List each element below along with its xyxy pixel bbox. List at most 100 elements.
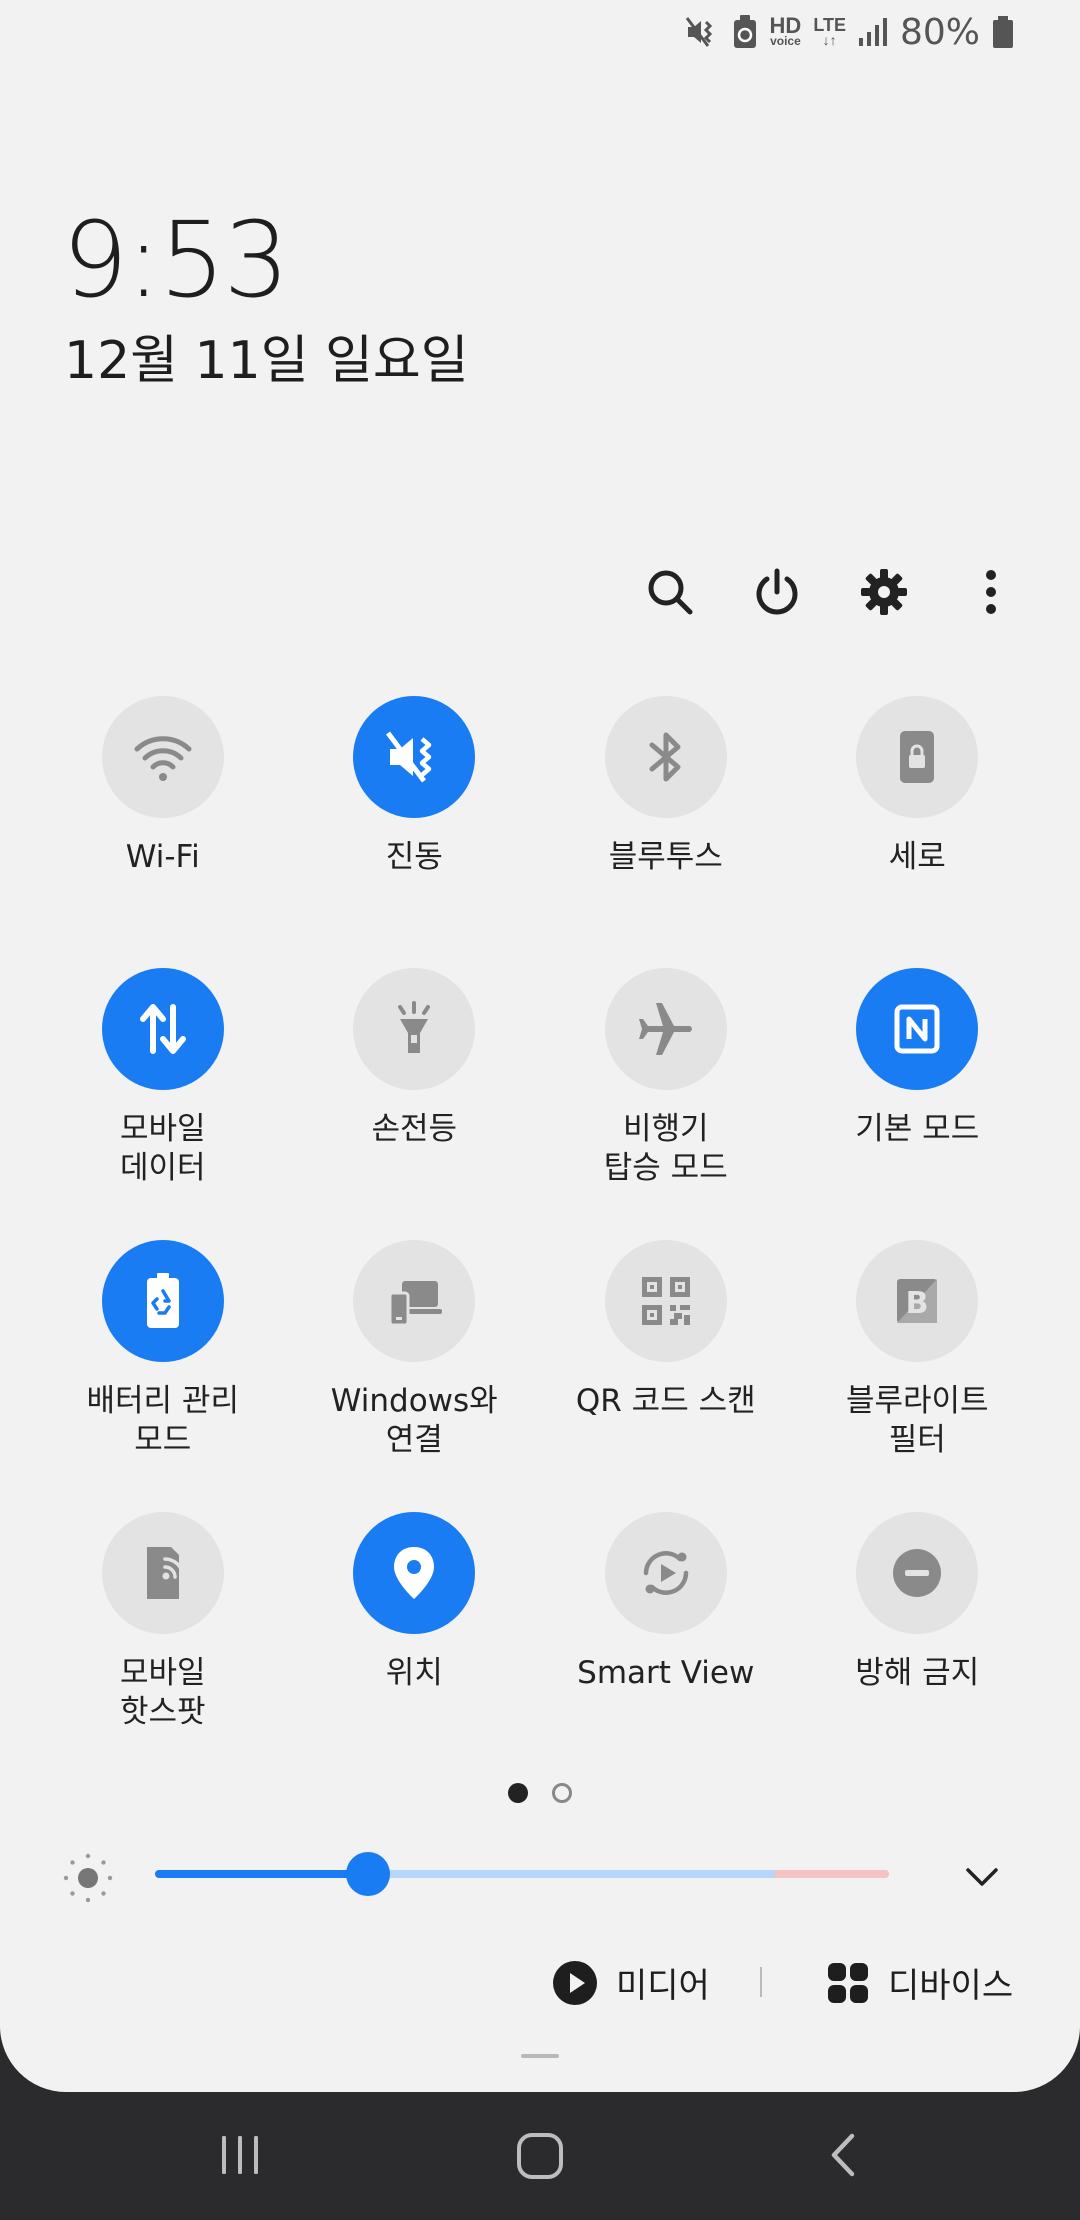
tile-label: 기본 모드 [855, 1111, 980, 1147]
tile-wifi[interactable]: Wi-Fi [37, 696, 289, 968]
expand-button[interactable] [960, 1855, 1004, 1904]
tile-toggle[interactable] [101, 696, 224, 818]
tile-toggle[interactable] [353, 1512, 476, 1634]
bluetooth-icon [649, 732, 681, 782]
tile-nfc-default-mode[interactable]: 기본 모드 [792, 968, 1044, 1240]
media-button[interactable]: 미디어 [552, 1958, 710, 2007]
recents-button[interactable] [216, 2130, 266, 2185]
tile-label: Wi-Fi [125, 839, 200, 875]
more-options-button[interactable] [937, 558, 1044, 626]
brightness-fill [155, 1870, 368, 1878]
tile-label: 배터리 관리 모드 [86, 1383, 239, 1458]
battery-saver-icon [146, 1273, 179, 1328]
link-windows-icon [388, 1281, 443, 1327]
brightness-slider-thumb[interactable] [345, 1852, 390, 1896]
tile-mobile-data[interactable]: 모바일 데이터 [37, 968, 289, 1240]
vibrate-icon [386, 731, 432, 783]
tile-vibrate[interactable]: 진동 [289, 696, 541, 968]
tile-toggle[interactable] [101, 1512, 224, 1634]
tile-do-not-disturb[interactable]: 방해 금지 [792, 1512, 1044, 1784]
tile-location[interactable]: 위치 [289, 1512, 541, 1784]
tile-label: 위치 [385, 1655, 443, 1691]
tile-airplane-mode[interactable]: 비행기 탑승 모드 [540, 968, 792, 1240]
search-button[interactable] [616, 558, 723, 626]
portrait-lock-icon [900, 731, 935, 783]
settings-button[interactable] [830, 558, 937, 626]
nfc-icon [894, 1004, 940, 1054]
tile-label: 모바일 핫스팟 [119, 1655, 206, 1730]
devices-button[interactable]: 디바이스 [826, 1958, 1013, 2007]
hd-voice-icon: HD voice [769, 13, 802, 48]
tile-label: 모바일 데이터 [119, 1111, 206, 1186]
mobile-data-icon [139, 1004, 186, 1054]
tile-label: Smart View [577, 1655, 755, 1691]
quick-panel: HD voice LTE ↓↑ 80% 9:53 12월 11일 일요일 Wi-… [0, 0, 1080, 2092]
clock-date[interactable]: 12월 11일 일요일 [64, 326, 469, 396]
page-indicator [0, 1783, 1080, 1803]
tile-label: 진동 [385, 839, 443, 875]
tile-toggle[interactable] [353, 696, 476, 818]
tile-qr-scan[interactable]: QR 코드 스캔 [540, 1240, 792, 1512]
page-dot[interactable] [552, 1783, 572, 1803]
home-button[interactable] [514, 2130, 566, 2187]
battery-icon [992, 15, 1014, 49]
quick-panel-actions [616, 558, 1044, 626]
clock-time[interactable]: 9:53 [62, 200, 290, 320]
page-dot-active[interactable] [508, 1783, 528, 1803]
location-icon [394, 1547, 435, 1599]
flashlight-icon [398, 1001, 431, 1053]
svg-text:B: B [906, 1286, 929, 1321]
tile-toggle[interactable] [856, 1512, 979, 1634]
navigation-bar [0, 2092, 1080, 2220]
brightness-high-zone [775, 1870, 889, 1878]
signal-icon [858, 16, 888, 48]
tile-toggle[interactable] [353, 1240, 476, 1362]
tile-label: 블루투스 [608, 839, 723, 875]
tile-flashlight[interactable]: 손전등 [289, 968, 541, 1240]
tile-link-to-windows[interactable]: Windows와 연결 [289, 1240, 541, 1512]
tile-toggle[interactable] [604, 696, 727, 818]
qr-code-icon [641, 1277, 690, 1325]
tile-blue-light-filter[interactable]: B 블루라이트 필터 [792, 1240, 1044, 1512]
tile-toggle[interactable] [353, 968, 476, 1090]
tile-toggle[interactable] [856, 696, 979, 818]
wifi-icon [134, 736, 192, 781]
tile-toggle[interactable] [101, 968, 224, 1090]
tile-toggle[interactable] [856, 968, 979, 1090]
tile-mobile-hotspot[interactable]: 모바일 핫스팟 [37, 1512, 289, 1784]
tile-toggle[interactable] [604, 1512, 727, 1634]
tile-label: 세로 [888, 839, 946, 875]
tile-portrait-lock[interactable]: 세로 [792, 696, 1044, 968]
recents-icon [222, 2136, 258, 2174]
airplane-icon [638, 1003, 692, 1055]
battery-percent: 80% [899, 11, 980, 53]
drag-handle[interactable] [521, 2054, 559, 2058]
settings-gear-icon [860, 569, 907, 615]
tile-toggle[interactable]: B [856, 1240, 979, 1362]
tile-label: 비행기 탑승 모드 [603, 1111, 728, 1186]
tile-battery-saver[interactable]: 배터리 관리 모드 [37, 1240, 289, 1512]
tile-label: Windows와 연결 [330, 1383, 498, 1458]
power-icon [756, 568, 797, 615]
blue-light-filter-icon: B [897, 1279, 938, 1323]
brightness-slider[interactable] [155, 1852, 889, 1896]
vibrate-icon [684, 14, 720, 50]
tile-toggle[interactable] [604, 968, 727, 1090]
media-label: 미디어 [616, 1966, 710, 2006]
power-button[interactable] [723, 558, 830, 626]
battery-saver-icon [732, 14, 758, 50]
devices-label: 디바이스 [888, 1966, 1014, 2006]
play-icon [553, 1960, 597, 2005]
tile-label: 방해 금지 [855, 1655, 980, 1691]
home-icon [517, 2133, 563, 2179]
tile-bluetooth[interactable]: 블루투스 [540, 696, 792, 968]
tile-label: 블루라이트 필터 [845, 1383, 989, 1458]
tile-smart-view[interactable]: Smart View [540, 1512, 792, 1784]
back-button[interactable] [820, 2130, 870, 2185]
tile-label: 손전등 [371, 1111, 458, 1147]
tile-toggle[interactable] [101, 1240, 224, 1362]
brightness-icon [60, 1850, 116, 1911]
tile-label: QR 코드 스캔 [575, 1383, 756, 1419]
chevron-down-icon [966, 1868, 998, 1886]
tile-toggle[interactable] [604, 1240, 727, 1362]
